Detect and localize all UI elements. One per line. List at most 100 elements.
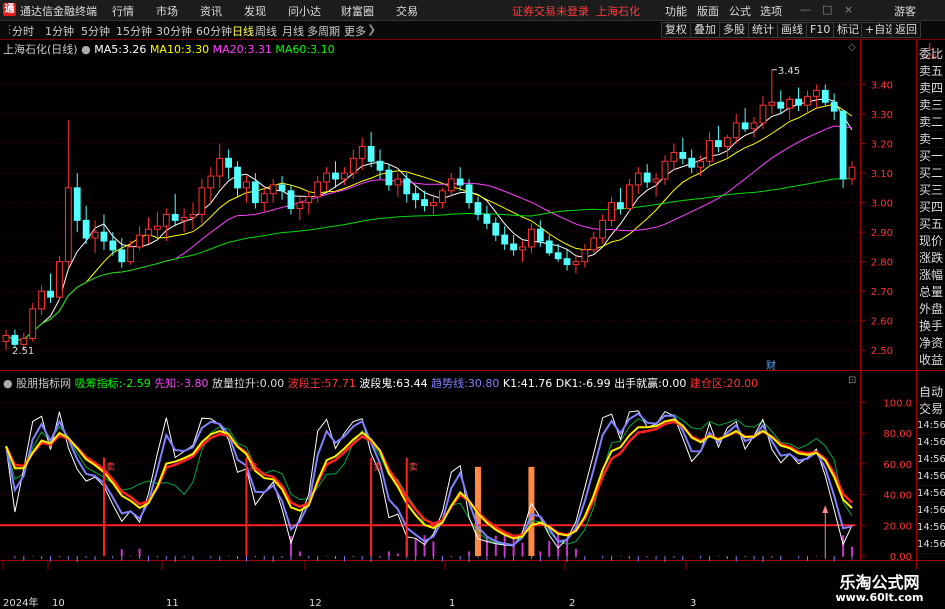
trade-field-9[interactable]: 14:56 — [917, 537, 945, 554]
quote-field-16[interactable]: 换手 — [917, 318, 945, 335]
trade-field-8[interactable]: 14:56 — [917, 520, 945, 537]
ind-tick-label: 20.00 — [883, 521, 912, 532]
candle — [768, 69, 776, 115]
quote-field-18[interactable]: 收益 — [917, 352, 945, 369]
candle — [376, 149, 384, 179]
trade-sidebar: 自动 交易 14:56 14:56 14:56 14:56 14:56 14:56 14:56 1… — [917, 384, 945, 554]
indicator-circle-icon[interactable]: ● — [3, 377, 13, 390]
watermark-title: 乐淘公式网 — [839, 573, 920, 592]
quote-field-3[interactable]: 卖三 — [917, 97, 945, 114]
price-tick-label: 3.40 — [871, 81, 893, 92]
candle — [804, 90, 811, 115]
quote-field-10[interactable]: 买五 — [917, 216, 945, 233]
candle — [812, 84, 820, 109]
indicator-name[interactable]: 股朋指标网 — [16, 377, 71, 390]
candle — [323, 167, 330, 191]
candle — [296, 196, 304, 221]
candle — [56, 255, 63, 301]
time-tick-label: 2024年 — [3, 596, 38, 609]
price-tick-label: 2.90 — [871, 228, 893, 239]
candle — [830, 93, 838, 120]
collapse-icon[interactable]: ⊡ — [848, 375, 856, 386]
candle — [786, 96, 794, 120]
quote-field-4[interactable]: 卖二 — [917, 114, 945, 131]
candle — [198, 179, 206, 224]
quote-field-2[interactable]: 卖四 — [917, 80, 945, 97]
candle — [403, 173, 411, 203]
ind-xianzhi: 先知:-3.80 — [154, 377, 209, 390]
time-tick-label: 12 — [309, 598, 322, 609]
quote-field-6[interactable]: 买一 — [917, 148, 945, 165]
candle — [759, 96, 767, 129]
quote-field-9[interactable]: 买四 — [917, 199, 945, 216]
ind-tick-label: 40.00 — [883, 491, 912, 502]
stock-name[interactable]: 上海石化(日线) — [3, 43, 78, 56]
candle — [38, 285, 46, 315]
quote-field-5[interactable]: 卖一 — [917, 131, 945, 148]
candle — [750, 117, 758, 138]
finance-marker[interactable]: 财 — [766, 359, 776, 372]
candle — [47, 273, 54, 303]
price-tick-label: 2.50 — [871, 346, 893, 357]
quote-field-13[interactable]: 涨幅 — [917, 267, 945, 284]
candle — [732, 114, 740, 144]
quote-field-8[interactable]: 买三 — [917, 182, 945, 199]
trade-field-1[interactable]: 交易 — [917, 401, 945, 418]
candle — [447, 173, 455, 197]
candle — [679, 137, 687, 165]
candle — [171, 193, 179, 227]
quote-field-15[interactable]: 外盘 — [917, 301, 945, 318]
quote-field-7[interactable]: 买二 — [917, 165, 945, 182]
time-tick-label: 1 — [449, 598, 455, 609]
candle — [278, 176, 286, 200]
band-king-line — [4, 420, 853, 538]
watermark-url: www.60lt.com — [835, 591, 924, 604]
candle — [305, 190, 313, 215]
circle-icon[interactable]: ● — [81, 43, 91, 56]
quote-field-0[interactable]: 委比 — [917, 46, 945, 63]
candle — [661, 155, 669, 185]
candle — [688, 149, 696, 174]
candle — [821, 84, 829, 106]
trade-field-7[interactable]: 14:56 — [917, 503, 945, 520]
ma20-label: MA20: — [212, 43, 248, 56]
trade-field-0[interactable]: 自动 — [917, 384, 945, 401]
candle — [777, 90, 785, 115]
candle — [617, 187, 624, 215]
candle — [162, 208, 170, 241]
ind-tick-label: 0.00 — [890, 552, 912, 563]
trade-field-3[interactable]: 14:56 — [917, 435, 945, 452]
candle — [260, 187, 268, 212]
candle — [287, 184, 295, 215]
ma10-value: 3.30 — [184, 43, 210, 56]
quote-field-11[interactable]: 现价 — [917, 233, 945, 250]
quote-field-12[interactable]: 涨跌 — [917, 250, 945, 267]
candle — [652, 173, 660, 197]
trade-field-6[interactable]: 14:56 — [917, 486, 945, 503]
quote-field-1[interactable]: 卖五 — [917, 63, 945, 80]
candle — [723, 134, 731, 159]
candle — [715, 125, 722, 153]
time-tick-label: 3 — [690, 598, 696, 609]
ind-chushou: 出手就赢:0.00 — [614, 377, 687, 390]
candle — [634, 167, 642, 194]
sell-signal-label: 卖 — [373, 462, 382, 473]
candle — [207, 167, 215, 203]
ma5-value: 3.26 — [121, 43, 147, 56]
price-tick-label: 2.60 — [871, 317, 893, 328]
candle — [314, 176, 322, 203]
trade-field-2[interactable]: 14:56 — [917, 418, 945, 435]
quote-field-17[interactable]: 净资 — [917, 335, 945, 352]
kline-chart[interactable]: 3.40 3.30 3.20 3.10 3.00 2.90 2.80 2.70 2.60 2.50… — [0, 0, 945, 609]
candle — [332, 161, 339, 188]
settings-diamond-icon[interactable]: ◇ — [848, 42, 856, 53]
trade-field-4[interactable]: 14:56 — [917, 452, 945, 469]
ind-tick-label: 100.0 — [883, 398, 912, 409]
ind-tick-label: 80.00 — [883, 429, 912, 440]
quote-field-14[interactable]: 总量 — [917, 284, 945, 301]
candle — [608, 196, 615, 227]
trade-field-5[interactable]: 14:56 — [917, 469, 945, 486]
candle — [697, 155, 705, 177]
candle — [706, 131, 713, 168]
sell-signal-label: 卖 — [409, 462, 418, 473]
